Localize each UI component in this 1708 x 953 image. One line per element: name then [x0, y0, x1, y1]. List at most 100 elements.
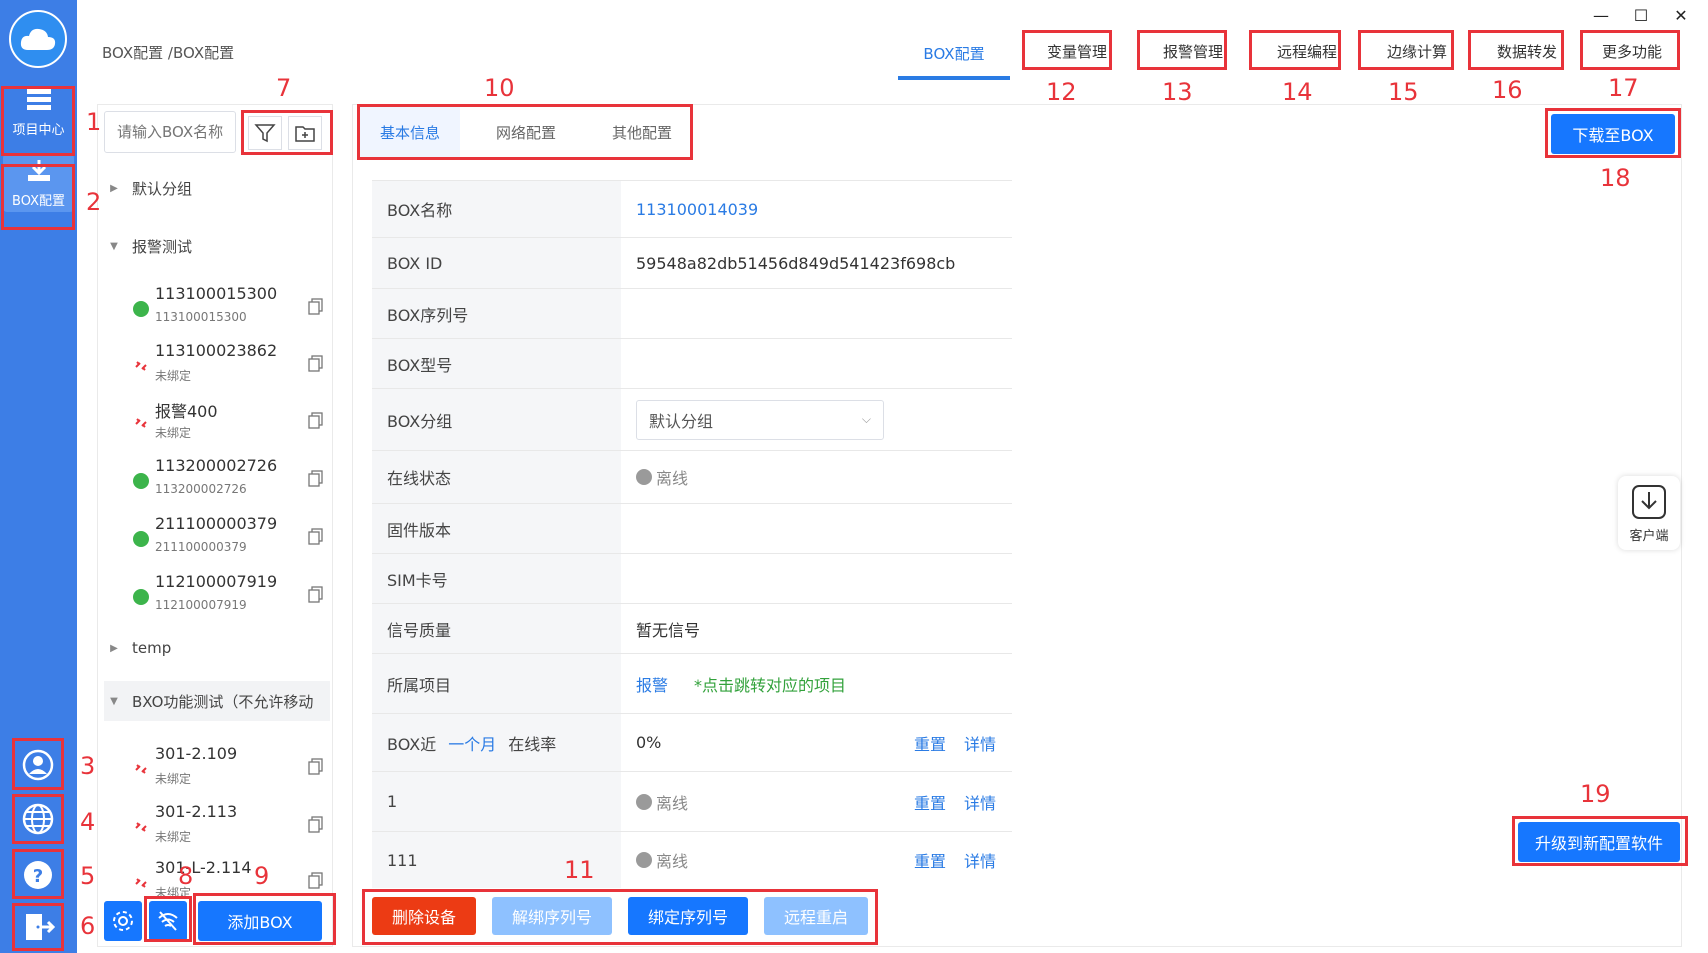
- help-button[interactable]: ?: [15, 852, 61, 898]
- annotation-number: 4: [80, 808, 96, 836]
- detail-link[interactable]: 详情: [964, 790, 996, 814]
- annotation-number: 6: [80, 912, 96, 940]
- annotation-number: 16: [1492, 76, 1523, 104]
- project-link[interactable]: 报警: [636, 672, 668, 696]
- tab-alarm-management[interactable]: 报警管理: [1138, 26, 1248, 76]
- download-icon: [27, 159, 50, 181]
- annotation-number: 14: [1282, 78, 1313, 106]
- cloud-icon: [20, 28, 56, 50]
- row-online-rate: BOX近 一个月 在线率 0% 重置 详情: [372, 714, 1012, 772]
- annotation-number: 2: [86, 188, 102, 216]
- tree-device[interactable]: 301-L-2.114 未绑定: [132, 858, 332, 896]
- maximize-button[interactable]: ☐: [1630, 4, 1652, 26]
- reset-link[interactable]: 重置: [914, 731, 946, 755]
- tree-device[interactable]: 113200002726 113200002726: [132, 456, 332, 508]
- reset-link[interactable]: 重置: [914, 848, 946, 872]
- tab-edge-computing[interactable]: 边缘计算: [1362, 26, 1472, 76]
- device-name: 113100015300: [155, 284, 278, 303]
- annotation-number: 15: [1388, 78, 1419, 106]
- annotation-number: 17: [1608, 74, 1639, 102]
- tab-remote-programming[interactable]: 远程编程: [1252, 26, 1362, 76]
- language-button[interactable]: [15, 796, 61, 842]
- copy-icon[interactable]: [308, 758, 324, 776]
- chevron-down-icon: ⌵: [861, 412, 871, 426]
- add-group-button[interactable]: [288, 116, 322, 150]
- tab-more-functions[interactable]: 更多功能: [1580, 26, 1684, 76]
- tab-basic-info[interactable]: 基本信息: [360, 107, 460, 157]
- tab-variable-management[interactable]: 变量管理: [1022, 26, 1132, 76]
- rail-item-box-config[interactable]: BOX配置: [3, 154, 74, 212]
- tree-device[interactable]: 112100007919 112100007919: [132, 572, 332, 624]
- group-select-value: 默认分组: [649, 411, 714, 431]
- tab-data-forwarding[interactable]: 数据转发: [1472, 26, 1582, 76]
- tab-box-config[interactable]: BOX配置: [898, 30, 1010, 80]
- bind-serial-button[interactable]: 绑定序列号: [628, 897, 748, 935]
- upgrade-config-software-button[interactable]: 升级到新配置软件: [1518, 822, 1680, 862]
- delete-device-button[interactable]: 删除设备: [372, 897, 476, 935]
- reset-link[interactable]: 重置: [914, 790, 946, 814]
- device-name: 301-2.109: [155, 744, 238, 763]
- copy-icon[interactable]: [308, 872, 324, 890]
- user-button[interactable]: [15, 742, 61, 788]
- tree-group-alarm-test[interactable]: ▼ 报警测试: [104, 226, 330, 266]
- close-button[interactable]: ✕: [1670, 4, 1692, 26]
- firmware-value: [621, 504, 1012, 553]
- tree-device[interactable]: 报警400 未绑定: [132, 398, 332, 450]
- unbind-serial-button[interactable]: 解绑序列号: [492, 897, 612, 935]
- row-key: BOX序列号: [372, 289, 621, 338]
- rate-period-link[interactable]: 一个月: [448, 731, 496, 755]
- row-group: BOX分组 默认分组 ⌵: [372, 389, 1012, 451]
- copy-icon[interactable]: [308, 470, 324, 488]
- remote-reboot-button[interactable]: 远程重启: [764, 897, 868, 935]
- copy-icon[interactable]: [308, 355, 324, 373]
- copy-icon[interactable]: [308, 412, 324, 430]
- client-download-widget[interactable]: 客户端: [1618, 476, 1680, 550]
- box-name-value[interactable]: 113100014039: [636, 200, 758, 219]
- tree-group-temp[interactable]: ▶ temp: [104, 628, 330, 668]
- device-name: 211100000379: [155, 514, 278, 533]
- device-name: 301-2.113: [155, 802, 238, 821]
- rate-key-suffix: 在线率: [508, 734, 557, 754]
- tree-group-default[interactable]: ▶ 默认分组: [104, 168, 330, 208]
- row-variable-1: 1 离线 重置 详情: [372, 772, 1012, 832]
- tree-device[interactable]: 211100000379 211100000379: [132, 514, 332, 566]
- svg-text:?: ?: [33, 866, 43, 887]
- tab-other-config[interactable]: 其他配置: [592, 107, 692, 157]
- device-serial: 未绑定: [155, 772, 192, 786]
- box-id-value: 59548a82db51456d849d541423f698cb: [636, 253, 956, 273]
- box-search-input[interactable]: [104, 111, 236, 153]
- settings-button[interactable]: [104, 901, 142, 941]
- tree-device[interactable]: 113100023862 未绑定: [132, 341, 332, 393]
- tree-device[interactable]: 113100015300 113100015300: [132, 284, 332, 336]
- row-model: BOX型号: [372, 339, 1012, 389]
- group-select[interactable]: 默认分组 ⌵: [636, 399, 884, 440]
- rail-item-project-center[interactable]: 项目中心: [3, 80, 74, 144]
- copy-icon[interactable]: [308, 586, 324, 604]
- download-to-box-button[interactable]: 下载至BOX: [1551, 114, 1675, 154]
- list-icon: [26, 88, 51, 110]
- offline-dot-icon: [636, 852, 652, 868]
- annotation-number: 5: [80, 862, 96, 890]
- detail-link[interactable]: 详情: [964, 848, 996, 872]
- tree-group-function-test[interactable]: ▼ BXO功能测试（不允许移动: [104, 681, 330, 721]
- copy-icon[interactable]: [308, 298, 324, 316]
- filter-icon: [254, 124, 276, 143]
- group-label: temp: [132, 639, 172, 657]
- minimize-button[interactable]: —: [1590, 4, 1612, 26]
- add-box-button[interactable]: 添加BOX: [198, 901, 322, 941]
- offline-toggle-button[interactable]: [149, 901, 187, 941]
- tree-device[interactable]: 301-2.113 未绑定: [132, 802, 332, 854]
- row-key: SIM卡号: [372, 554, 621, 603]
- annotation-number: 13: [1162, 78, 1193, 106]
- device-name: 112100007919: [155, 572, 278, 591]
- detail-link[interactable]: 详情: [964, 731, 996, 755]
- copy-icon[interactable]: [308, 528, 324, 546]
- tab-network-config[interactable]: 网络配置: [476, 107, 576, 157]
- offline-dot-icon: [636, 469, 652, 485]
- filter-button[interactable]: [248, 116, 282, 150]
- online-status-value: 离线: [656, 469, 689, 488]
- logout-button[interactable]: [15, 904, 61, 950]
- row-key: BOX ID: [372, 238, 621, 288]
- copy-icon[interactable]: [308, 816, 324, 834]
- tree-device[interactable]: 301-2.109 未绑定: [132, 744, 332, 796]
